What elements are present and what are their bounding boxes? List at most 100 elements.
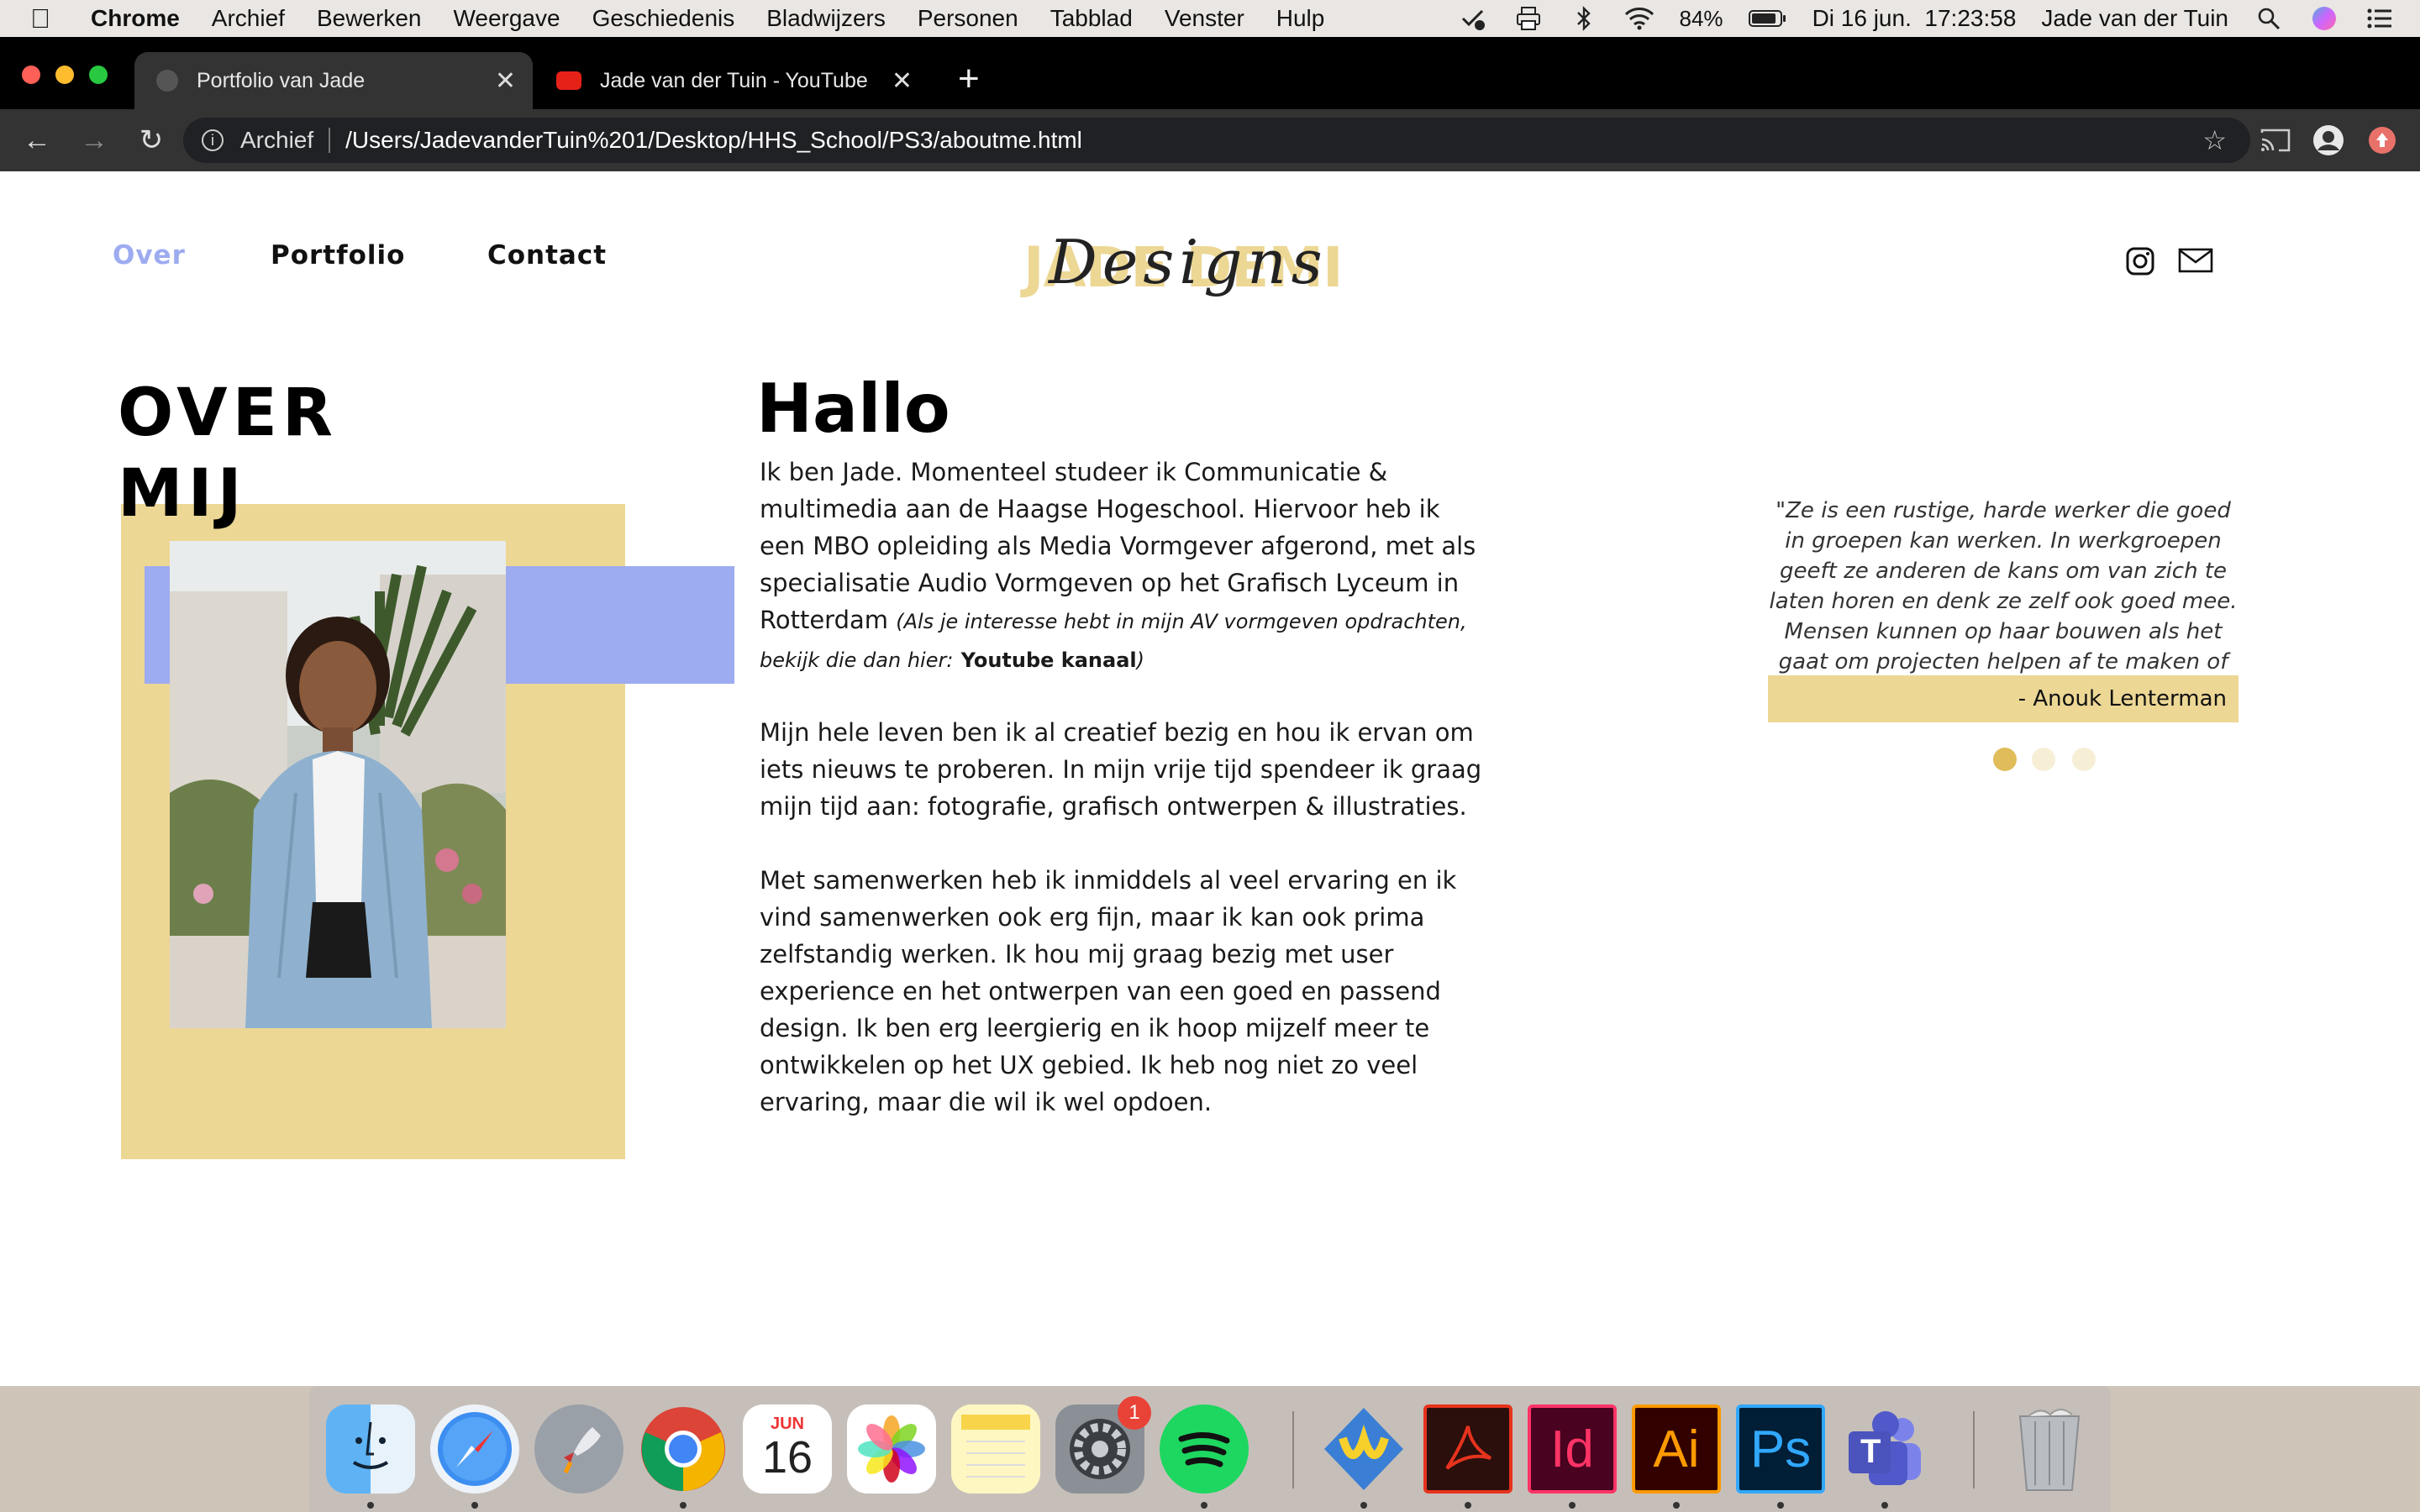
battery-icon[interactable]	[1748, 7, 1787, 30]
spotify-running-indicator	[1201, 1502, 1207, 1509]
indesign-label: Id	[1550, 1420, 1594, 1478]
close-tab-icon[interactable]: ✕	[892, 66, 913, 96]
launchpad-icon[interactable]	[534, 1404, 623, 1494]
profile-photo	[170, 541, 506, 1028]
safari-icon[interactable]	[430, 1404, 519, 1494]
finder-running-indicator	[367, 1502, 374, 1509]
jedit-running-indicator	[1360, 1502, 1367, 1509]
web-page: Over Portfolio Contact JADE DEMI Designs…	[0, 171, 2420, 1386]
notes-icon[interactable]	[951, 1404, 1040, 1494]
tab-title: Jade van der Tuin - YouTube	[600, 68, 868, 92]
safari-running-indicator	[471, 1502, 478, 1509]
window-minimize-button[interactable]	[55, 66, 74, 84]
heading-line-over: OVER	[118, 375, 338, 451]
site-logo[interactable]: JADE DEMI Designs	[1023, 227, 1351, 306]
menu-venster[interactable]: Venster	[1165, 5, 1244, 32]
photoshop-running-indicator	[1777, 1502, 1784, 1509]
new-tab-button[interactable]: +	[958, 60, 980, 97]
indesign-running-indicator	[1569, 1502, 1576, 1509]
illustrator-icon[interactable]: Ai	[1632, 1404, 1721, 1494]
acrobat-icon[interactable]	[1423, 1404, 1512, 1494]
carousel-dot-1[interactable]	[1993, 748, 2017, 771]
printer-icon[interactable]	[1513, 7, 1544, 30]
photoshop-icon[interactable]: Ps	[1736, 1404, 1825, 1494]
calendar-day: 16	[761, 1431, 813, 1483]
menu-archief[interactable]: Archief	[212, 5, 285, 32]
cast-icon[interactable]	[2260, 128, 2291, 157]
browser-toolbar: ← → ↻ i Archief /Users/JadevanderTuin%20…	[0, 109, 2420, 171]
battery-percentage[interactable]: 84%	[1680, 6, 1723, 32]
menu-app-name[interactable]: Chrome	[91, 5, 180, 32]
back-arrow-icon[interactable]: ←	[20, 124, 54, 157]
tab-portfolio-van-jade[interactable]: Portfolio van Jade ✕	[134, 52, 533, 109]
illustrator-label: Ai	[1653, 1420, 1700, 1478]
mail-icon[interactable]	[2178, 247, 2213, 277]
system-preferences-icon[interactable]: 1	[1055, 1396, 1151, 1494]
browser-window: Portfolio van Jade ✕ Jade van der Tuin -…	[0, 37, 2420, 1386]
tab-youtube[interactable]: Jade van der Tuin - YouTube ✕	[534, 52, 929, 109]
trash-icon[interactable]	[2005, 1404, 2094, 1494]
wifi-icon[interactable]	[1624, 7, 1655, 30]
menu-weergave[interactable]: Weergave	[453, 5, 560, 32]
av-note-end: )	[1136, 648, 1145, 672]
globe-icon	[156, 70, 178, 92]
youtube-channel-link[interactable]: Youtube kanaal	[961, 648, 1137, 672]
profile-avatar-icon[interactable]	[2312, 124, 2344, 160]
chrome-icon[interactable]	[639, 1404, 728, 1494]
notification-center-icon[interactable]	[2365, 7, 2395, 30]
siri-icon[interactable]	[2309, 7, 2339, 30]
menu-personen[interactable]: Personen	[918, 5, 1018, 32]
nav-portfolio[interactable]: Portfolio	[271, 240, 405, 270]
menubar-username[interactable]: Jade van der Tuin	[2041, 5, 2228, 32]
address-url[interactable]: /Users/JadevanderTuin%201/Desktop/HHS_Sc…	[345, 127, 1082, 154]
illustrator-running-indicator	[1673, 1502, 1680, 1509]
dock-separator	[1292, 1411, 1294, 1488]
chrome-running-indicator	[680, 1502, 687, 1509]
info-icon[interactable]: i	[202, 129, 224, 151]
teams-label: T	[1860, 1433, 1881, 1470]
menu-geschiedenis[interactable]: Geschiedenis	[592, 5, 735, 32]
calendar-month: JUN	[770, 1414, 804, 1433]
photos-icon[interactable]	[847, 1404, 936, 1494]
instagram-icon[interactable]	[2126, 247, 2156, 277]
finder-icon[interactable]	[326, 1404, 415, 1494]
menu-bewerken[interactable]: Bewerken	[317, 5, 422, 32]
macos-menubar:  Chrome Archief Bewerken Weergave Gesch…	[0, 0, 2420, 37]
nav-contact[interactable]: Contact	[487, 240, 607, 270]
sync-status-icon[interactable]	[1458, 7, 1488, 30]
collaboration-paragraph: Met samenwerken heb ik inmiddels al veel…	[760, 866, 1457, 1116]
testimonial-author: - Anouk Lenterman	[1768, 675, 2238, 722]
bluetooth-icon[interactable]	[1569, 6, 1599, 31]
menu-tabblad[interactable]: Tabblad	[1050, 5, 1133, 32]
bookmark-star-icon[interactable]: ☆	[2202, 124, 2227, 156]
window-zoom-button[interactable]	[89, 66, 108, 84]
menu-hulp[interactable]: Hulp	[1276, 5, 1325, 32]
menubar-clock[interactable]: Di 16 jun. 17:23:58	[1812, 5, 2017, 32]
forward-arrow-icon[interactable]: →	[77, 124, 111, 157]
notification-badge: 1	[1118, 1396, 1151, 1430]
tab-title: Portfolio van Jade	[197, 68, 366, 92]
jedit-icon[interactable]	[1319, 1404, 1408, 1494]
youtube-icon	[556, 71, 581, 90]
window-close-button[interactable]	[22, 66, 40, 84]
spotlight-search-icon[interactable]	[2254, 7, 2284, 30]
carousel-dot-3[interactable]	[2072, 748, 2096, 771]
nav-over[interactable]: Over	[113, 240, 186, 270]
apple-menu-icon[interactable]: 	[30, 3, 74, 34]
photoshop-label: Ps	[1749, 1420, 1812, 1478]
teams-running-indicator	[1881, 1502, 1888, 1509]
intro-text: Ik ben Jade. Momenteel studeer ik Commun…	[760, 458, 1476, 634]
teams-icon[interactable]: T	[1840, 1404, 1929, 1494]
menu-bladwijzers[interactable]: Bladwijzers	[766, 5, 886, 32]
creative-paragraph: Mijn hele leven ben ik al creatief bezig…	[760, 718, 1482, 821]
acrobat-running-indicator	[1465, 1502, 1471, 1509]
close-tab-icon[interactable]: ✕	[495, 66, 516, 96]
spotify-icon[interactable]	[1160, 1404, 1249, 1494]
extension-icon[interactable]	[2368, 126, 2396, 159]
calendar-icon[interactable]: JUN 16	[743, 1404, 832, 1494]
reload-icon[interactable]: ↻	[134, 123, 168, 157]
macos-dock: JUN 16 1 Id Ai Ps T	[309, 1386, 2111, 1512]
carousel-dot-2[interactable]	[2032, 748, 2055, 771]
indesign-icon[interactable]: Id	[1528, 1404, 1617, 1494]
address-bar[interactable]: i Archief /Users/JadevanderTuin%201/Desk…	[183, 118, 2250, 163]
